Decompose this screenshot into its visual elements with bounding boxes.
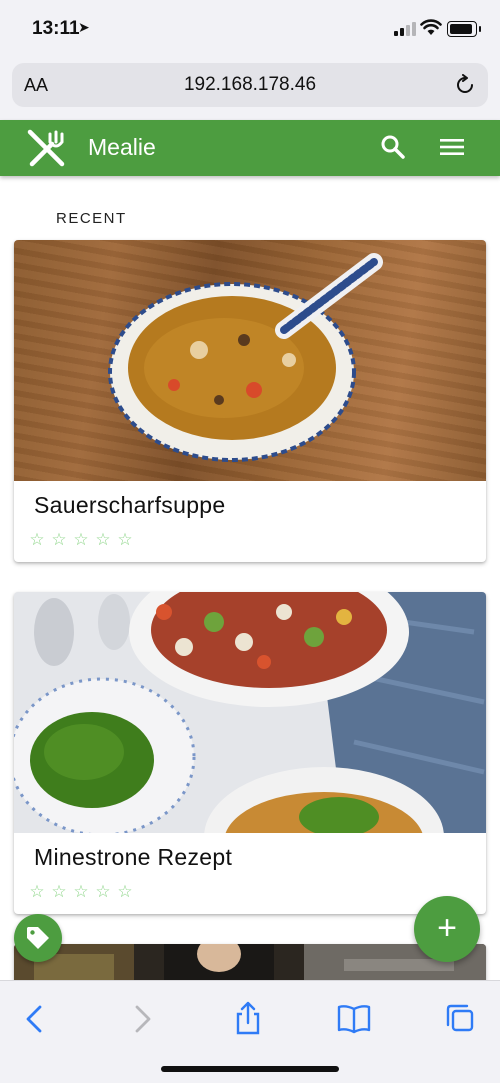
hamburger-menu-icon[interactable] <box>440 137 464 157</box>
star-icon[interactable]: ☆ <box>72 882 90 902</box>
browser-address-area: AA 192.168.178.46 <box>0 56 500 120</box>
add-recipe-button[interactable]: + <box>414 896 480 962</box>
recipe-title[interactable]: Minestrone Rezept <box>34 844 232 871</box>
cellular-signal-icon <box>394 22 420 36</box>
star-icon[interactable]: ☆ <box>28 882 46 902</box>
tabs-icon[interactable] <box>440 999 480 1039</box>
reload-icon[interactable] <box>454 74 476 96</box>
forward-icon[interactable] <box>122 999 162 1039</box>
star-icon[interactable]: ☆ <box>28 530 46 550</box>
recipe-image-soup[interactable] <box>14 240 486 481</box>
status-time: 13:11 <box>32 18 80 39</box>
app-title[interactable]: Mealie <box>88 134 156 161</box>
rating-stars[interactable]: ☆ ☆ ☆ ☆ ☆ <box>28 530 134 550</box>
address-bar[interactable]: AA 192.168.178.46 <box>12 63 488 107</box>
rating-stars[interactable]: ☆ ☆ ☆ ☆ ☆ <box>28 882 134 902</box>
home-indicator <box>161 1066 339 1072</box>
section-title-recent: RECENT <box>56 210 127 227</box>
star-icon[interactable]: ☆ <box>72 530 90 550</box>
fork-knife-logo-icon[interactable] <box>26 128 68 168</box>
tag-button[interactable] <box>14 914 62 962</box>
star-icon[interactable]: ☆ <box>94 530 112 550</box>
app-bar: Mealie <box>0 120 500 176</box>
battery-icon <box>447 21 481 37</box>
recipe-card[interactable]: Minestrone Rezept ☆ ☆ ☆ ☆ ☆ <box>14 592 486 914</box>
star-icon[interactable]: ☆ <box>50 882 68 902</box>
location-arrow-icon: ➤ <box>78 19 90 35</box>
search-icon[interactable] <box>380 134 406 160</box>
recipe-image-minestrone[interactable] <box>14 592 486 833</box>
soup-bowl-illustration <box>108 253 383 462</box>
bookmarks-icon[interactable] <box>334 999 374 1039</box>
share-icon[interactable] <box>228 999 268 1039</box>
wifi-icon <box>420 19 442 35</box>
minestrone-illustration <box>14 592 486 833</box>
star-icon[interactable]: ☆ <box>94 882 112 902</box>
star-icon[interactable]: ☆ <box>116 882 134 902</box>
recipe-title[interactable]: Sauerscharfsuppe <box>34 492 225 519</box>
tag-icon <box>27 927 49 949</box>
star-icon[interactable]: ☆ <box>116 530 134 550</box>
status-bar: 13:11 ➤ <box>0 0 500 56</box>
back-icon[interactable] <box>15 999 55 1039</box>
star-icon[interactable]: ☆ <box>50 530 68 550</box>
recipe-card[interactable]: Sauerscharfsuppe ☆ ☆ ☆ ☆ ☆ <box>14 240 486 562</box>
url-text[interactable]: 192.168.178.46 <box>12 74 488 96</box>
